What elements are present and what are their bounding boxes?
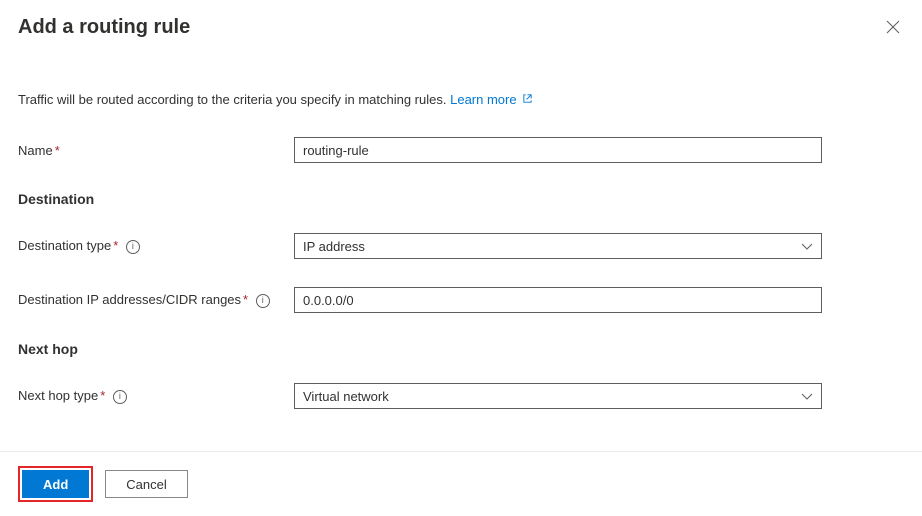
next-hop-section-header: Next hop <box>18 341 904 357</box>
required-indicator: * <box>113 238 118 253</box>
chevron-down-icon <box>801 389 813 404</box>
destination-ip-input[interactable] <box>294 287 822 313</box>
learn-more-label: Learn more <box>450 92 516 107</box>
destination-type-value: IP address <box>303 239 365 254</box>
add-button-highlight: Add <box>18 466 93 502</box>
next-hop-type-label: Next hop type* i <box>18 388 294 404</box>
cancel-button[interactable]: Cancel <box>105 470 187 498</box>
description-text: Traffic will be routed according to the … <box>18 92 904 107</box>
footer-bar: Add Cancel <box>0 451 922 516</box>
name-input[interactable] <box>294 137 822 163</box>
required-indicator: * <box>243 292 248 307</box>
destination-type-select[interactable]: IP address <box>294 233 822 259</box>
required-indicator: * <box>100 388 105 403</box>
page-title: Add a routing rule <box>18 16 190 39</box>
destination-section-header: Destination <box>18 191 904 207</box>
destination-type-label: Destination type* i <box>18 238 294 254</box>
add-button[interactable]: Add <box>22 470 89 498</box>
info-icon[interactable]: i <box>113 390 127 404</box>
name-label: Name* <box>18 143 294 158</box>
external-link-icon <box>522 95 533 107</box>
close-icon[interactable] <box>882 16 904 42</box>
required-indicator: * <box>55 143 60 158</box>
next-hop-type-select[interactable]: Virtual network <box>294 383 822 409</box>
info-icon[interactable]: i <box>126 240 140 254</box>
chevron-down-icon <box>801 239 813 254</box>
description-body: Traffic will be routed according to the … <box>18 92 446 107</box>
next-hop-type-value: Virtual network <box>303 389 389 404</box>
info-icon[interactable]: i <box>256 294 270 308</box>
learn-more-link[interactable]: Learn more <box>450 92 533 107</box>
destination-ip-label: Destination IP addresses/CIDR ranges* i <box>18 292 294 308</box>
